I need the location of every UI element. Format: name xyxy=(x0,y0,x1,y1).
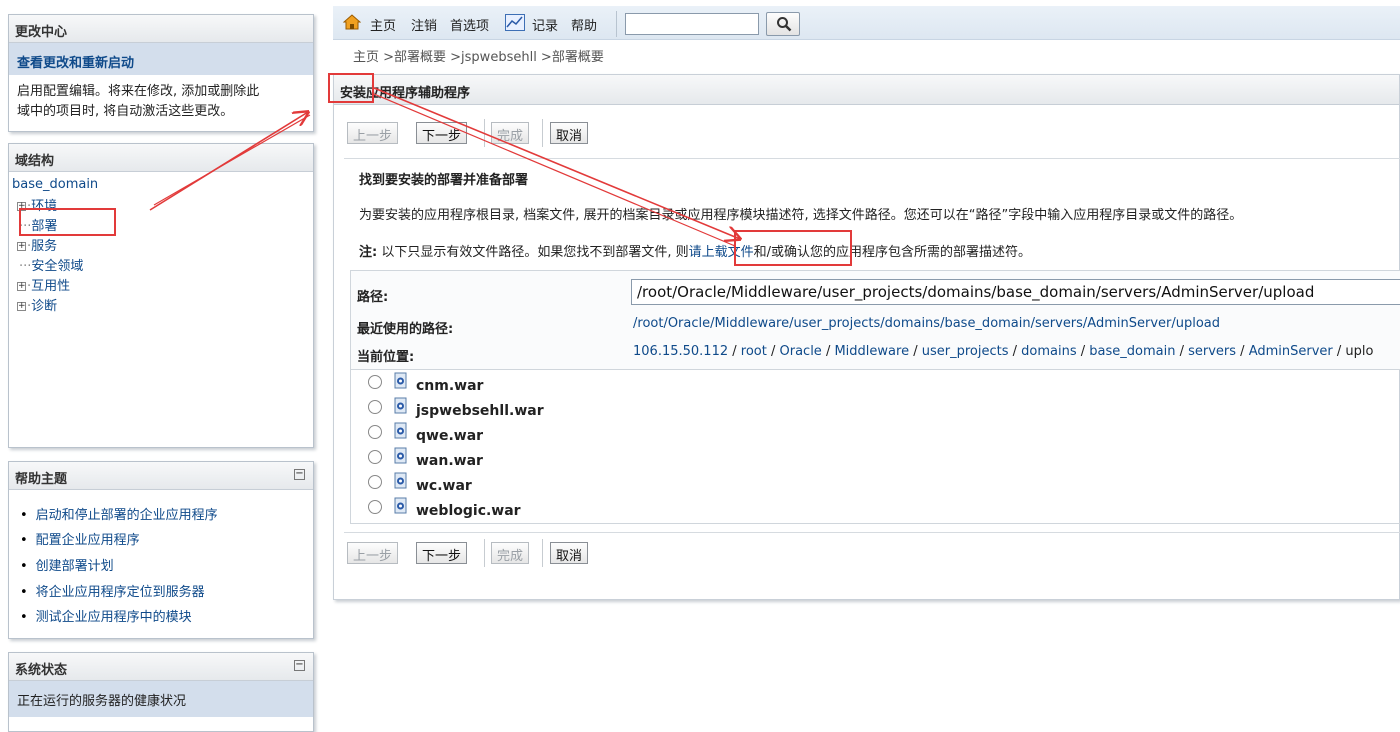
help-link[interactable]: 创建部署计划 xyxy=(20,555,114,574)
record-icon[interactable] xyxy=(505,14,525,31)
cancel-button-bottom[interactable]: 取消 xyxy=(550,542,589,564)
system-status-panel: 系统状态 − 正在运行的服务器的健康状况 xyxy=(8,652,314,732)
tree-item-diagnostics[interactable]: +·诊断 xyxy=(17,295,57,314)
expand-icon[interactable]: + xyxy=(17,302,26,311)
file-radio[interactable] xyxy=(368,475,382,489)
view-changes-link[interactable]: 查看更改和重新启动 xyxy=(9,43,313,75)
back-button-bottom[interactable]: 上一步 xyxy=(347,542,399,564)
button-divider xyxy=(484,119,485,147)
war-file-icon xyxy=(394,497,407,514)
file-radio[interactable] xyxy=(368,500,382,514)
system-status-title: 系统状态 − xyxy=(9,653,313,681)
tree-root-base-domain[interactable]: base_domain xyxy=(12,177,98,192)
help-link[interactable]: 配置企业应用程序 xyxy=(20,529,140,548)
nav-help[interactable]: 帮助 xyxy=(571,15,597,34)
location-segment[interactable]: base_domain xyxy=(1089,344,1175,359)
current-location-path: 106.15.50.112 / root / Oracle / Middlewa… xyxy=(633,344,1374,359)
location-segment[interactable]: user_projects xyxy=(922,344,1009,359)
assistant-description: 为要安装的应用程序根目录, 档案文件, 展开的档案目录或应用程序模块描述符, 选… xyxy=(359,208,1243,223)
recent-path-label: 最近使用的路径: xyxy=(357,322,454,337)
location-segment[interactable]: AdminServer xyxy=(1249,344,1333,359)
collapse-icon[interactable]: − xyxy=(294,469,305,480)
finish-button-bottom[interactable]: 完成 xyxy=(491,542,530,564)
cancel-button[interactable]: 取消 xyxy=(550,122,589,144)
nav-divider xyxy=(616,11,617,37)
file-name: cnm.war xyxy=(416,378,484,394)
annotation-box-upload-link xyxy=(734,230,852,266)
collapse-icon[interactable]: − xyxy=(294,660,305,671)
divider xyxy=(344,158,1400,159)
location-segment[interactable]: 106.15.50.112 xyxy=(633,344,728,359)
tree-item-security-realms[interactable]: ···安全领域 xyxy=(19,255,83,274)
file-name: wan.war xyxy=(416,453,483,469)
button-divider xyxy=(542,119,543,147)
tree-item-services[interactable]: +·服务 xyxy=(17,235,57,254)
war-file-icon xyxy=(394,397,407,414)
search-button[interactable] xyxy=(766,12,800,36)
file-name: qwe.war xyxy=(416,428,484,444)
help-link[interactable]: 启动和停止部署的企业应用程序 xyxy=(20,504,218,523)
divider xyxy=(344,532,1400,533)
file-radio[interactable] xyxy=(368,450,382,464)
file-name: wc.war xyxy=(416,478,472,494)
search-icon xyxy=(777,17,792,32)
location-segment[interactable]: Middleware xyxy=(834,344,909,359)
war-file-icon xyxy=(394,422,407,439)
help-topics-panel: 帮助主题 − 启动和停止部署的企业应用程序 配置企业应用程序 创建部署计划 将企… xyxy=(8,461,314,639)
change-center-desc: 启用配置编辑。将来在修改, 添加或删除此 域中的项目时, 将自动激活这些更改。 xyxy=(17,84,260,119)
war-file-icon xyxy=(394,472,407,489)
help-link[interactable]: 测试企业应用程序中的模块 xyxy=(20,606,192,625)
finish-button[interactable]: 完成 xyxy=(491,122,530,144)
location-segment[interactable]: root xyxy=(741,344,767,359)
nav-record[interactable]: 记录 xyxy=(532,15,558,34)
nav-home[interactable]: 主页 xyxy=(370,15,396,34)
install-assistant-panel: 安装应用程序辅助程序 上一步 下一步 完成 取消 找到要安装的部署并准备部署 为… xyxy=(333,74,1400,600)
domain-structure-title: 域结构 xyxy=(9,144,313,172)
next-button[interactable]: 下一步 xyxy=(416,122,468,144)
location-segment[interactable]: servers xyxy=(1188,344,1236,359)
current-location-label: 当前位置: xyxy=(357,350,415,365)
location-segment[interactable]: domains xyxy=(1021,344,1076,359)
expand-icon[interactable]: + xyxy=(17,282,26,291)
nav-logout[interactable]: 注销 xyxy=(411,15,437,34)
tree-item-interoperability[interactable]: +·互用性 xyxy=(17,275,70,294)
change-center-title: 更改中心 xyxy=(9,15,313,43)
top-nav-bar: 主页 注销 首选项 记录 帮助 xyxy=(333,6,1400,40)
file-name: weblogic.war xyxy=(416,503,521,519)
recent-path-link[interactable]: /root/Oracle/Middleware/user_projects/do… xyxy=(633,316,1220,331)
war-file-icon xyxy=(394,447,407,464)
war-file-icon xyxy=(394,372,407,389)
file-radio[interactable] xyxy=(368,375,382,389)
annotation-box-assistant-title xyxy=(328,73,374,103)
help-topics-title: 帮助主题 − xyxy=(9,462,313,490)
system-status-subtitle: 正在运行的服务器的健康状况 xyxy=(9,681,313,717)
path-label: 路径: xyxy=(357,290,389,305)
nav-preferences[interactable]: 首选项 xyxy=(450,15,489,34)
button-divider xyxy=(484,539,485,567)
home-icon[interactable] xyxy=(343,13,361,31)
path-table: 路径: 最近使用的路径: /root/Oracle/Middleware/use… xyxy=(350,270,1400,524)
path-section: 路径: 最近使用的路径: /root/Oracle/Middleware/use… xyxy=(351,271,1400,370)
file-radio[interactable] xyxy=(368,400,382,414)
back-button[interactable]: 上一步 xyxy=(347,122,399,144)
assistant-title: 安装应用程序辅助程序 xyxy=(334,75,1399,105)
path-input[interactable] xyxy=(631,279,1400,305)
breadcrumb[interactable]: 主页 >部署概要 >jspwebsehll >部署概要 xyxy=(353,46,604,65)
change-center-panel: 更改中心 查看更改和重新启动 启用配置编辑。将来在修改, 添加或删除此 域中的项… xyxy=(8,14,314,132)
annotation-box-deployments xyxy=(19,208,116,236)
file-name: jspwebsehll.war xyxy=(416,403,544,419)
location-segment[interactable]: Oracle xyxy=(780,344,822,359)
next-button-bottom[interactable]: 下一步 xyxy=(416,542,468,564)
assistant-heading: 找到要安装的部署并准备部署 xyxy=(359,173,529,188)
button-divider xyxy=(542,539,543,567)
file-radio[interactable] xyxy=(368,425,382,439)
search-input[interactable] xyxy=(625,13,759,35)
expand-icon[interactable]: + xyxy=(17,242,26,251)
assistant-note: 注: 以下只显示有效文件路径。如果您找不到部署文件, 则请上载文件和/或确认您的… xyxy=(359,245,1032,260)
domain-structure-panel: 域结构 base_domain +·环境 ···部署 +·服务 ···安全领域 … xyxy=(8,143,314,448)
help-link[interactable]: 将企业应用程序定位到服务器 xyxy=(20,581,205,600)
